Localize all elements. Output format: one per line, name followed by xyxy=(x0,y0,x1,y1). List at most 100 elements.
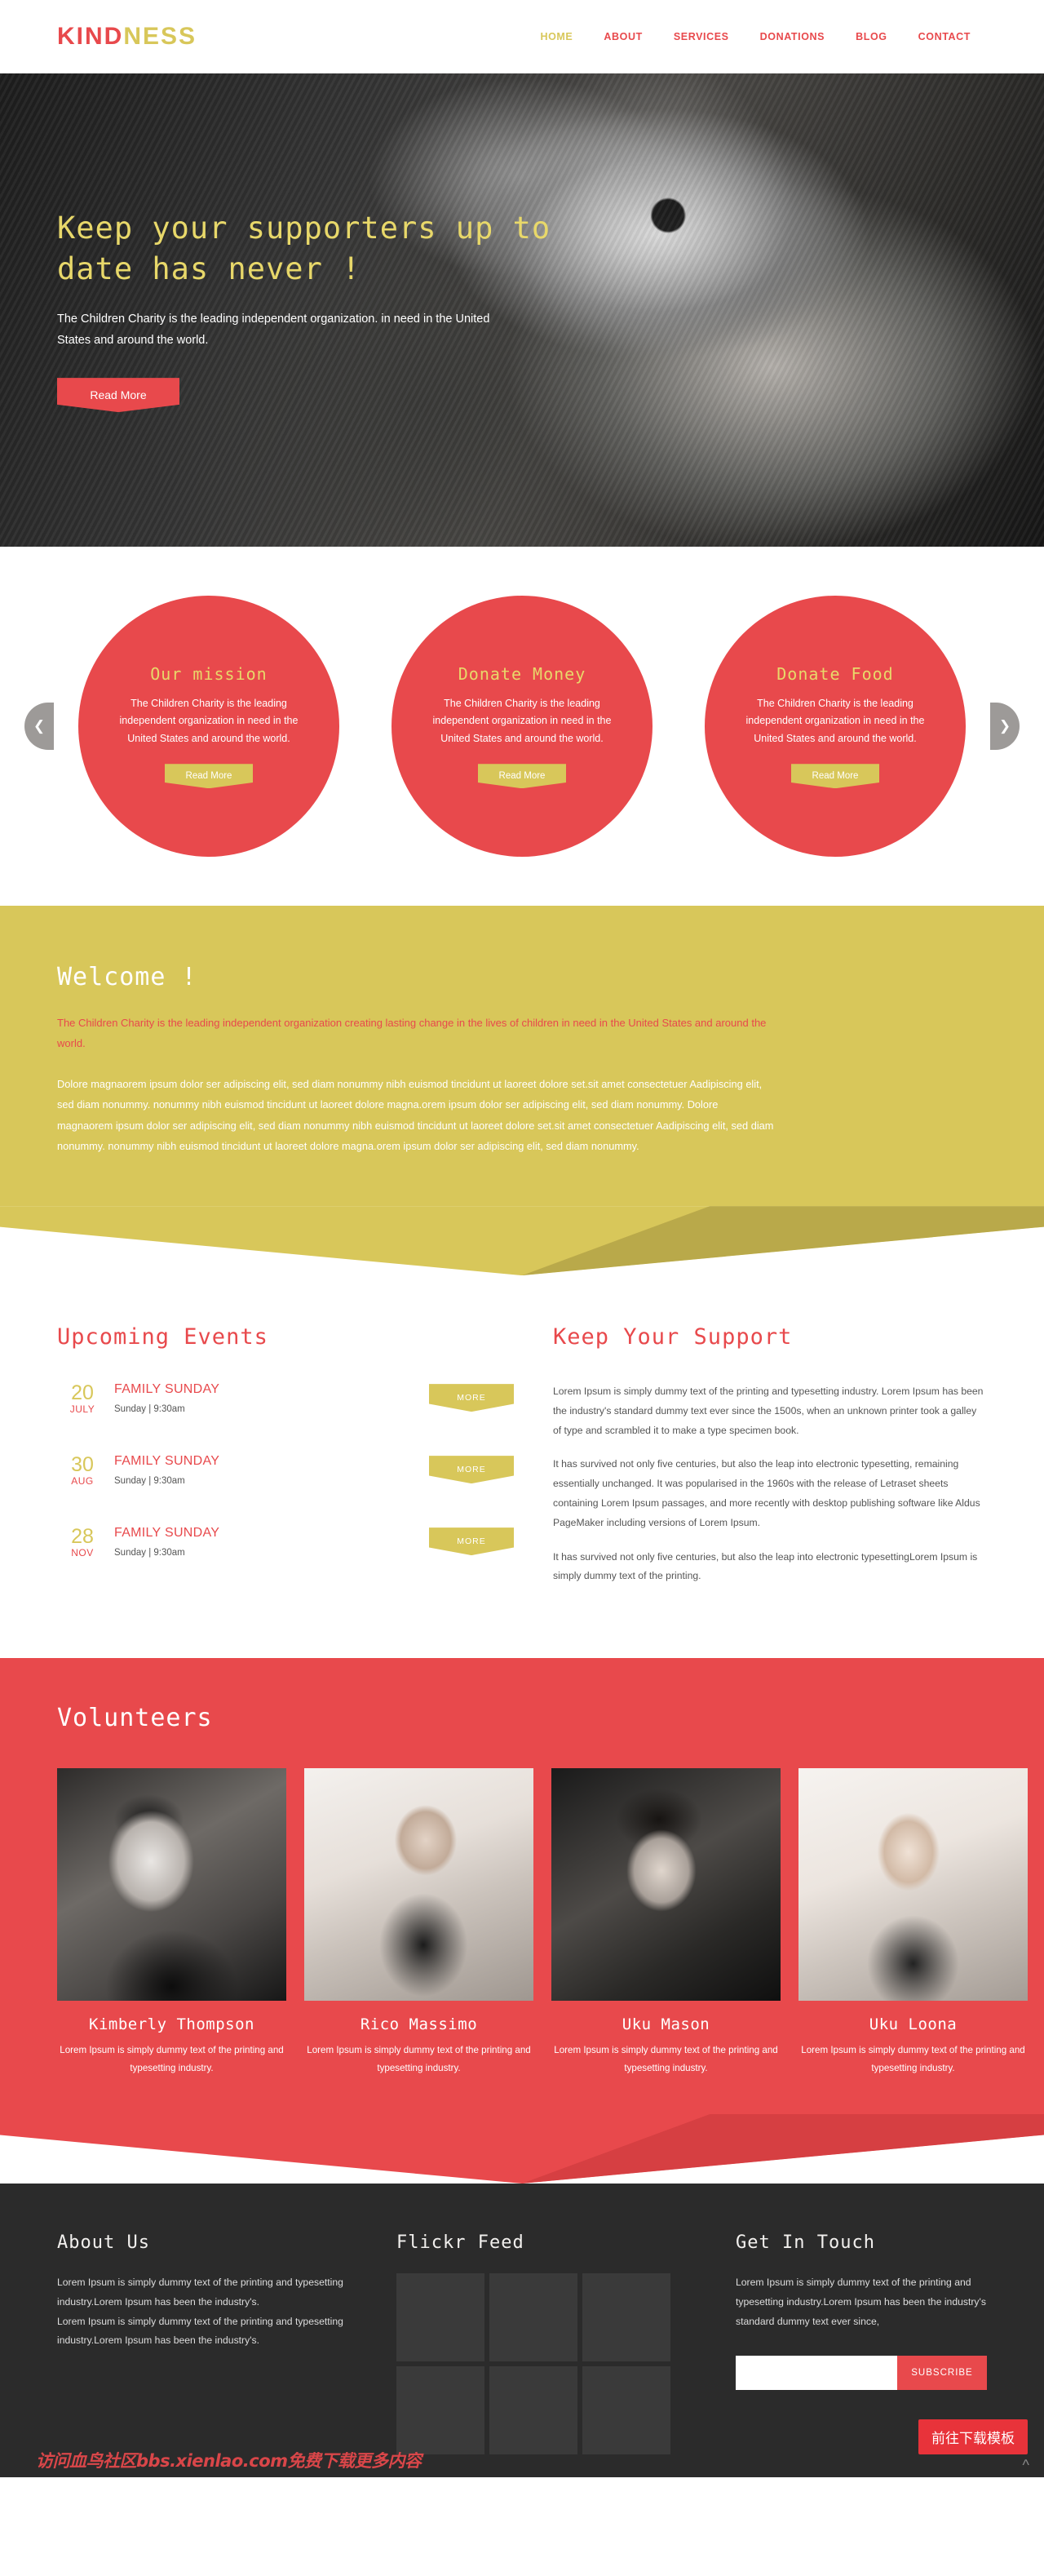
hero-banner: Keep your supporters up to date has neve… xyxy=(0,73,1044,547)
support-title: Keep Your Support xyxy=(553,1324,793,1350)
volunteer-bio: Lorem Ipsum is simply dummy text of the … xyxy=(60,2045,284,2073)
event-name: FAMILY SUNDAY xyxy=(114,1382,220,1397)
welcome-paragraph: Dolore magnaorem ipsum dolor ser adipisc… xyxy=(57,1077,774,1153)
footer-touch-title: Get In Touch xyxy=(736,2232,875,2253)
nav-item-contact[interactable]: CONTACT xyxy=(918,31,971,42)
feature-card-text: The Children Charity is the leading inde… xyxy=(745,697,925,744)
event-name: FAMILY SUNDAY xyxy=(114,1526,220,1541)
volunteers-grid: Kimberly Thompson Lorem Ipsum is simply … xyxy=(57,1768,1028,2077)
welcome-body: Welcome ! The Children Charity is the le… xyxy=(0,906,1044,1207)
nav-item-home[interactable]: HOME xyxy=(540,31,573,42)
footer-about-paragraph-2: Lorem Ipsum is simply dummy text of the … xyxy=(57,2315,343,2347)
footer-about-paragraph-1: Lorem Ipsum is simply dummy text of the … xyxy=(57,2276,343,2308)
flickr-thumbnail[interactable] xyxy=(582,2365,670,2454)
event-date: 28 NOV xyxy=(57,1525,108,1559)
volunteer-bio: Lorem Ipsum is simply dummy text of the … xyxy=(554,2045,778,2073)
subscribe-button[interactable]: SUBSCRIBE xyxy=(897,2356,987,2391)
flickr-thumbnail-grid xyxy=(396,2272,700,2454)
footer-columns: About Us Lorem Ipsum is simply dummy tex… xyxy=(57,2232,987,2454)
nav-item-donations[interactable]: DONATIONS xyxy=(760,31,825,42)
feature-card-title: Our mission xyxy=(150,663,268,684)
volunteer-bio: Lorem Ipsum is simply dummy text of the … xyxy=(307,2045,531,2073)
carousel-track: Our mission The Children Charity is the … xyxy=(0,596,1044,857)
welcome-title: Welcome ! xyxy=(57,963,197,991)
subscribe-email-input[interactable] xyxy=(736,2356,897,2391)
event-info: FAMILY SUNDAY Sunday | 9:30am xyxy=(108,1526,429,1559)
flickr-thumbnail[interactable] xyxy=(396,2365,484,2454)
flickr-thumbnail[interactable] xyxy=(489,2272,577,2361)
event-row[interactable]: 28 NOV FAMILY SUNDAY Sunday | 9:30am MOR… xyxy=(57,1526,514,1559)
hero-heading: Keep your supporters up to date has neve… xyxy=(57,210,551,287)
keep-your-support-column: Keep Your Support Lorem Ipsum is simply … xyxy=(553,1324,987,1601)
event-row[interactable]: 20 JULY FAMILY SUNDAY Sunday | 9:30am MO… xyxy=(57,1382,514,1416)
logo-part-ness: NESS xyxy=(123,23,197,50)
feature-card-button[interactable]: Read More xyxy=(165,764,253,789)
feature-carousel: ❮ ❯ Our mission The Children Charity is … xyxy=(0,547,1044,906)
feature-card-button[interactable]: Read More xyxy=(478,764,566,789)
flickr-thumbnail[interactable] xyxy=(489,2365,577,2454)
support-paragraph-1: Lorem Ipsum is simply dummy text of the … xyxy=(553,1386,984,1436)
footer-about-title: About Us xyxy=(57,2232,150,2253)
site-footer: About Us Lorem Ipsum is simply dummy tex… xyxy=(0,2183,1044,2477)
site-watermark: 访问血鸟社区bbs.xienlao.com免费下载更多内容 xyxy=(36,2450,422,2471)
feature-card-text: The Children Charity is the leading inde… xyxy=(432,697,612,744)
feature-card-donate-food[interactable]: Donate Food The Children Charity is the … xyxy=(705,596,966,857)
event-month: AUG xyxy=(71,1475,94,1488)
event-more-button[interactable]: MORE xyxy=(429,1384,514,1412)
logo-part-kind: KIND xyxy=(57,23,124,50)
volunteer-name: Rico Massimo xyxy=(360,2015,478,2034)
hero-read-more-button[interactable]: Read More xyxy=(57,378,179,413)
welcome-section: Welcome ! The Children Charity is the le… xyxy=(0,906,1044,1276)
support-paragraph-2: It has survived not only five centuries,… xyxy=(553,1458,980,1528)
event-day: 28 xyxy=(71,1525,94,1549)
event-day: 30 xyxy=(71,1453,94,1477)
chevron-up-icon: ^ xyxy=(1022,2456,1029,2473)
volunteer-card[interactable]: Uku Mason Lorem Ipsum is simply dummy te… xyxy=(551,1768,781,2077)
main-navigation: HOME ABOUT SERVICES DONATIONS BLOG CONTA… xyxy=(540,31,987,42)
support-paragraph-3: It has survived not only five centuries,… xyxy=(553,1550,978,1582)
site-logo[interactable]: KINDNESS xyxy=(57,23,197,51)
volunteer-bio: Lorem Ipsum is simply dummy text of the … xyxy=(801,2045,1025,2073)
volunteer-name: Uku Mason xyxy=(622,2015,710,2034)
hero-content: Keep your supporters up to date has neve… xyxy=(57,73,579,547)
hero-paragraph: The Children Charity is the leading inde… xyxy=(57,312,490,348)
page-root: KINDNESS HOME ABOUT SERVICES DONATIONS B… xyxy=(0,0,1044,2477)
footer-touch-text: Lorem Ipsum is simply dummy text of the … xyxy=(736,2276,986,2327)
volunteer-name: Kimberly Thompson xyxy=(89,2015,254,2034)
volunteers-title: Volunteers xyxy=(57,1704,213,1733)
nav-item-about[interactable]: ABOUT xyxy=(604,31,642,42)
flickr-thumbnail[interactable] xyxy=(582,2272,670,2361)
event-month: JULY xyxy=(69,1403,95,1416)
event-schedule: Sunday | 9:30am xyxy=(114,1404,185,1415)
chevron-left-icon: ❮ xyxy=(33,718,46,734)
feature-card-mission[interactable]: Our mission The Children Charity is the … xyxy=(78,596,339,857)
scroll-to-top-button[interactable]: ^ xyxy=(1023,2457,1029,2474)
volunteer-card[interactable]: Uku Loona Lorem Ipsum is simply dummy te… xyxy=(798,1768,1028,2077)
event-more-button[interactable]: MORE xyxy=(429,1456,514,1484)
footer-flickr-title: Flickr Feed xyxy=(396,2232,524,2253)
download-template-badge[interactable]: 前往下载模板 xyxy=(918,2419,1028,2454)
welcome-chevron-divider xyxy=(0,1206,1044,1276)
footer-flickr-column: Flickr Feed xyxy=(396,2232,700,2454)
event-date: 30 AUG xyxy=(57,1453,108,1488)
event-row[interactable]: 30 AUG FAMILY SUNDAY Sunday | 9:30am MOR… xyxy=(57,1454,514,1488)
upcoming-events-column: Upcoming Events 20 JULY FAMILY SUNDAY Su… xyxy=(57,1324,514,1601)
volunteer-photo xyxy=(304,1768,533,2002)
volunteer-photo xyxy=(798,1768,1028,2002)
flickr-thumbnail[interactable] xyxy=(396,2272,484,2361)
feature-card-donate-money[interactable]: Donate Money The Children Charity is the… xyxy=(392,596,652,857)
events-title: Upcoming Events xyxy=(57,1324,268,1350)
nav-item-blog[interactable]: BLOG xyxy=(856,31,887,42)
feature-card-button[interactable]: Read More xyxy=(791,764,879,789)
event-day: 20 xyxy=(71,1381,94,1405)
feature-card-text: The Children Charity is the leading inde… xyxy=(119,697,299,744)
subscribe-form: SUBSCRIBE xyxy=(736,2356,987,2391)
event-info: FAMILY SUNDAY Sunday | 9:30am xyxy=(108,1454,429,1488)
volunteers-section: Volunteers Kimberly Thompson Lorem Ipsum… xyxy=(0,1658,1044,2114)
event-more-button[interactable]: MORE xyxy=(429,1527,514,1556)
volunteer-photo xyxy=(551,1768,781,2002)
event-info: FAMILY SUNDAY Sunday | 9:30am xyxy=(108,1382,429,1416)
volunteer-card[interactable]: Kimberly Thompson Lorem Ipsum is simply … xyxy=(57,1768,286,2077)
volunteer-card[interactable]: Rico Massimo Lorem Ipsum is simply dummy… xyxy=(304,1768,533,2077)
nav-item-services[interactable]: SERVICES xyxy=(674,31,729,42)
